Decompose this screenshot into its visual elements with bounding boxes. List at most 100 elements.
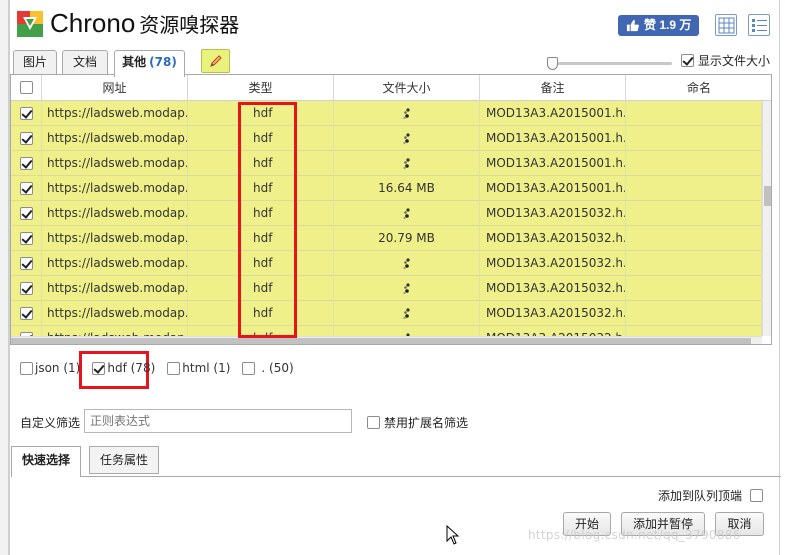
row-url: https://ladsweb.modap... (42, 101, 188, 126)
table-row[interactable]: https://ladsweb.modap...hdfMOD13A3.A2015… (11, 301, 762, 326)
table-row[interactable]: https://ladsweb.modap...hdfMOD13A3.A2015… (11, 101, 762, 126)
filter-dot[interactable]: . (50) (242, 361, 294, 375)
chrono-window: Chrono 资源嗅探器 赞 1.9 万 图片 文档 其他 (78) 显示文件大小 … (9, 0, 781, 555)
row-url: https://ladsweb.modap... (42, 151, 188, 176)
vertical-scrollbar[interactable] (762, 101, 771, 336)
filter-hdf-checkbox[interactable] (92, 361, 106, 375)
like-button[interactable]: 赞 1.9 万 (618, 15, 700, 36)
tab-quick-select[interactable]: 快速选择 (11, 446, 81, 477)
table-body: https://ladsweb.modap... hdf MOD13A3.A2015… (11, 101, 762, 336)
list-view-icon[interactable] (748, 14, 770, 36)
row-checkbox[interactable] (19, 257, 33, 270)
row-checkbox[interactable] (19, 107, 33, 120)
grid-view-icon[interactable] (715, 14, 737, 36)
row-name[interactable] (626, 326, 762, 336)
row-checkbox[interactable] (19, 182, 33, 195)
regex-filter-input[interactable] (84, 409, 352, 433)
row-size (334, 201, 480, 226)
row-name[interactable] (626, 176, 762, 201)
row-note: MOD13A3.A2015032.h... (480, 201, 626, 226)
column-header-name[interactable]: 命名 (626, 75, 771, 101)
show-file-size-checkbox[interactable] (681, 54, 694, 67)
filter-json-checkbox[interactable] (20, 361, 33, 375)
zoom-slider-thumb[interactable] (547, 57, 558, 70)
row-select[interactable] (11, 226, 42, 251)
row-checkbox[interactable] (19, 132, 33, 145)
row-size: 16.64 MB (334, 176, 480, 201)
row-name[interactable] (626, 226, 762, 251)
resource-table: 网址 类型 文件大小 备注 命名 https://ladsweb.modap..… (10, 74, 772, 345)
loading-spinner-icon (402, 256, 412, 270)
table-row[interactable]: https://ladsweb.modap... hdf 20.79 MB MOD13… (11, 226, 762, 251)
row-checkbox[interactable] (19, 307, 33, 320)
table-row[interactable]: https://ladsweb.modap... hdf 16.64 MB MOD13… (11, 176, 762, 201)
row-url: https://ladsweb.modap... (42, 276, 188, 301)
mouse-cursor-icon (446, 525, 460, 545)
row-select[interactable] (11, 151, 42, 176)
column-header-url[interactable]: 网址 (42, 75, 188, 101)
row-size (334, 126, 480, 151)
row-size (334, 276, 480, 301)
tab-documents[interactable]: 文档 (62, 50, 108, 75)
edit-button[interactable] (201, 49, 230, 73)
horizontal-scrollbar-thumb[interactable] (11, 338, 751, 344)
row-url: https://ladsweb.modap... (42, 326, 188, 336)
row-url: https://ladsweb.modap... (42, 251, 188, 276)
column-header-note[interactable]: 备注 (480, 75, 626, 101)
table-row[interactable]: https://ladsweb.modap...hdfMOD13A3.A2015… (11, 201, 762, 226)
loading-spinner-icon (402, 156, 412, 170)
select-all-header[interactable] (11, 75, 42, 101)
table-row[interactable]: https://ladsweb.modap...hdfMOD13A3.A2015… (11, 251, 762, 276)
vertical-scrollbar-thumb[interactable] (764, 186, 771, 206)
row-select[interactable] (11, 301, 42, 326)
row-checkbox[interactable] (19, 157, 33, 170)
tab-other[interactable]: 其他 (78) (114, 50, 185, 77)
row-checkbox[interactable] (19, 282, 33, 295)
row-checkbox[interactable] (19, 207, 33, 220)
filter-json[interactable]: json (1) (20, 361, 80, 375)
row-name[interactable] (626, 151, 762, 176)
filter-html-checkbox[interactable] (167, 361, 181, 375)
row-select[interactable] (11, 176, 42, 201)
select-all-checkbox[interactable] (19, 81, 33, 94)
row-name[interactable] (626, 126, 762, 151)
add-to-queue-top-checkbox[interactable] (750, 489, 764, 502)
row-name[interactable] (626, 276, 762, 301)
row-select[interactable] (11, 101, 42, 126)
chrono-logo-icon (17, 11, 43, 37)
row-select[interactable] (11, 201, 42, 226)
row-name[interactable] (626, 251, 762, 276)
filter-hdf[interactable]: hdf (78) (92, 361, 155, 375)
disable-extension-filter[interactable]: 禁用扩展名筛选 (367, 414, 468, 431)
row-checkbox[interactable] (19, 232, 33, 245)
zoom-slider[interactable] (547, 57, 672, 70)
table-row[interactable]: https://ladsweb.modap...hdfMOD13A3.A2015… (11, 126, 762, 151)
tab-images[interactable]: 图片 (13, 50, 57, 75)
row-name[interactable] (626, 101, 762, 126)
filter-dot-checkbox[interactable] (242, 361, 256, 375)
row-name[interactable] (626, 201, 762, 226)
row-select[interactable] (11, 326, 42, 336)
row-name[interactable] (626, 301, 762, 326)
loading-spinner-icon (402, 281, 412, 295)
show-file-size-toggle[interactable]: 显示文件大小 (681, 52, 770, 69)
column-header-type[interactable]: 类型 (188, 75, 334, 101)
row-select[interactable] (11, 126, 42, 151)
table-row[interactable]: https://ladsweb.modap...hdfMOD13A3.A2015… (11, 151, 762, 176)
column-header-size[interactable]: 文件大小 (334, 75, 480, 101)
row-note: MOD13A3.A2015032.h... (480, 276, 626, 301)
header: Chrono 资源嗅探器 赞 1.9 万 (10, 0, 781, 46)
like-label: 赞 1.9 万 (644, 18, 692, 32)
tab-task-properties[interactable]: 任务属性 (89, 446, 159, 474)
add-to-queue-top[interactable]: 添加到队列顶端 (658, 487, 764, 504)
row-select[interactable] (11, 251, 42, 276)
table-row[interactable]: https://ladsweb.modap...hdfMOD13A3.A2015… (11, 326, 762, 336)
table-row[interactable]: https://ladsweb.modap...hdfMOD13A3.A2015… (11, 276, 762, 301)
type-column-highlight (238, 102, 297, 338)
disable-extension-filter-checkbox[interactable] (367, 416, 380, 429)
loading-spinner-icon (402, 306, 412, 320)
row-select[interactable] (11, 276, 42, 301)
filter-html[interactable]: html (1) (167, 361, 230, 375)
loading-spinner-icon (402, 106, 412, 120)
horizontal-scrollbar[interactable] (11, 336, 762, 344)
